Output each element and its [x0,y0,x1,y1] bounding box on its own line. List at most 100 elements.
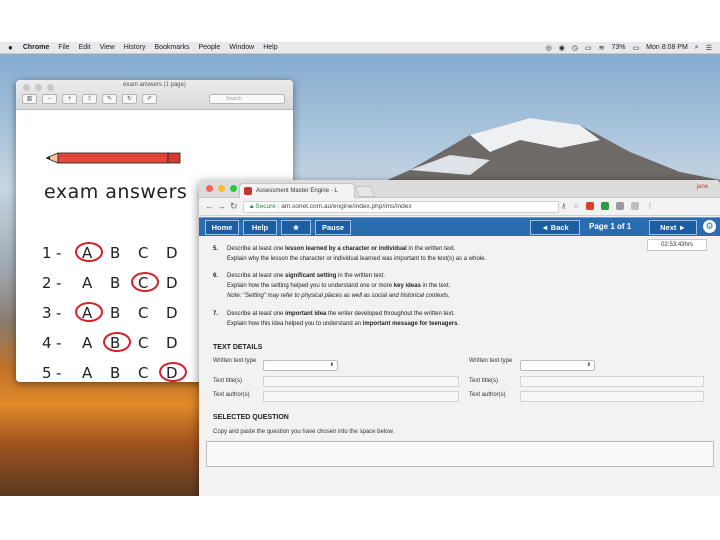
search-icon[interactable]: ⌕ [695,44,699,52]
checkmark-extension-icon[interactable] [601,202,610,210]
choice: C [138,304,149,322]
answer-row: 3 - A B C D [42,302,192,326]
menu-file[interactable]: File [58,44,69,51]
question-text: in the written text. [406,246,456,252]
star-button[interactable]: ★ [281,220,311,235]
back-button[interactable]: ◄ Back [530,220,580,235]
close-button[interactable] [206,185,213,192]
key-icon[interactable]: ⚷ [561,202,566,210]
airplay-icon[interactable]: ▭ [585,44,592,52]
url-field[interactable]: 🔒︎ Secure | am.sonet.com.au/engine/index… [243,201,559,213]
forward-icon[interactable]: → [217,201,226,211]
settings-icon[interactable]: ⚙ [703,220,716,233]
pencil-icon [46,152,181,164]
question-note: Note: "Setting" may refer to physical pl… [227,293,450,299]
text-details-heading: TEXT DETAILS [213,344,263,351]
pause-button[interactable]: Pause [315,220,351,235]
choice: D [166,304,178,322]
status-icon[interactable]: ◎ [546,44,552,52]
tab-title: Assessment Master Engine - L [256,188,338,194]
question-text: Explain how the setting helped you to un… [227,283,394,289]
creative-cloud-icon[interactable]: ◉ [559,44,565,52]
profile-name[interactable]: jane [697,184,708,190]
preview-titlebar[interactable]: exam answers (1 page) ▥ − + ⇪ ✎ ↻ ✐ Sear… [16,80,293,110]
browser-tab[interactable]: Assessment Master Engine - L [239,183,355,198]
row-number: 4 [42,334,52,352]
opera-icon[interactable] [586,202,595,210]
question-emphasis: important message for teenagers [362,321,458,327]
selected-question-textarea[interactable] [206,441,714,467]
menu-history[interactable]: History [124,44,146,51]
markup-icon[interactable]: ✎ [102,94,117,104]
rotate-icon[interactable]: ↻ [122,94,137,104]
written-text-type-select[interactable]: ⬍ [520,360,595,371]
question-number: 7. [213,311,219,317]
site-favicon-icon [244,187,252,195]
menu-chrome[interactable]: Chrome [23,44,49,51]
question-text: in the text. [420,283,451,289]
menu-window[interactable]: Window [229,44,254,51]
zoom-in-icon[interactable]: + [62,94,77,104]
menu-help[interactable]: Help [263,44,277,51]
selected-question-heading: SELECTED QUESTION [213,414,289,421]
search-field[interactable]: Search [209,94,285,104]
tab-bar: Assessment Master Engine - L jane [199,180,720,198]
choice: C [138,244,149,262]
app-toolbar: Home Help ★ Pause ◄ Back Page 1 of 1 Nex… [199,217,720,236]
home-button[interactable]: Home [205,220,239,235]
clock-text[interactable]: Mon 8:08 PM [646,44,688,51]
row-number: 3 [42,304,52,322]
text-titles-input[interactable] [520,376,704,387]
choice: C [138,334,149,352]
row-number: 2 [42,274,52,292]
text-authors-input[interactable] [263,391,459,402]
menu-view[interactable]: View [100,44,115,51]
bookmark-star-icon[interactable]: ☆ [573,202,579,210]
written-text-type-select[interactable]: ⬍ [263,360,338,371]
written-text-type-label: Written text type [213,358,257,364]
question-number: 5. [213,246,219,252]
menu-bookmarks[interactable]: Bookmarks [154,44,189,51]
answer-row: 1 - A B C D [42,242,192,266]
question-text: in the written text. [336,273,386,279]
extension-icon[interactable] [616,202,625,210]
menu-people[interactable]: People [198,44,220,51]
help-button[interactable]: Help [243,220,277,235]
sidebar-toggle-icon[interactable]: ▥ [22,94,37,104]
menu-dots-icon[interactable]: ⋮ [646,202,653,210]
zoom-out-icon[interactable]: − [42,94,57,104]
choice: B [110,244,121,262]
choice: B [110,274,121,292]
apple-icon[interactable]: ● [8,43,13,52]
choice: D [166,334,178,352]
choice: D [166,274,178,292]
text-titles-label: Text title(s) [469,378,499,384]
battery-icon[interactable]: ▭ [633,44,640,52]
browser-window: Assessment Master Engine - L jane ← → ↻ … [199,180,720,496]
text-authors-input[interactable] [520,391,704,402]
answer-circle [159,362,187,382]
minimize-button[interactable] [218,185,225,192]
new-tab-button[interactable] [354,186,376,197]
list-icon[interactable]: ☰ [706,44,712,52]
question-emphasis: significant setting [285,273,337,279]
menu-edit[interactable]: Edit [79,44,91,51]
back-icon[interactable]: ← [205,201,214,211]
wifi-icon[interactable]: ≋ [599,44,605,52]
battery-percent[interactable]: 73% [612,44,626,51]
zoom-button[interactable] [230,185,237,192]
choice: A [82,364,93,382]
question-text: Explain why the lesson the character or … [227,256,487,262]
share-icon[interactable]: ⇪ [82,94,97,104]
text-titles-input[interactable] [263,376,459,387]
question-text: Describe at least one [227,273,286,279]
choice: A [82,334,93,352]
assessment-content: 02:53:43hrs 5. Describe at least one les… [199,236,720,496]
next-button[interactable]: Next ► [649,220,697,235]
question-text: the writer developed throughout the writ… [326,311,455,317]
annotate-icon[interactable]: ✐ [142,94,157,104]
clock-icon[interactable]: ◷ [572,44,578,52]
extension-icon[interactable] [631,202,640,210]
reload-icon[interactable]: ↻ [230,201,238,212]
address-bar-row: ← → ↻ 🔒︎ Secure | am.sonet.com.au/engine… [199,198,720,216]
